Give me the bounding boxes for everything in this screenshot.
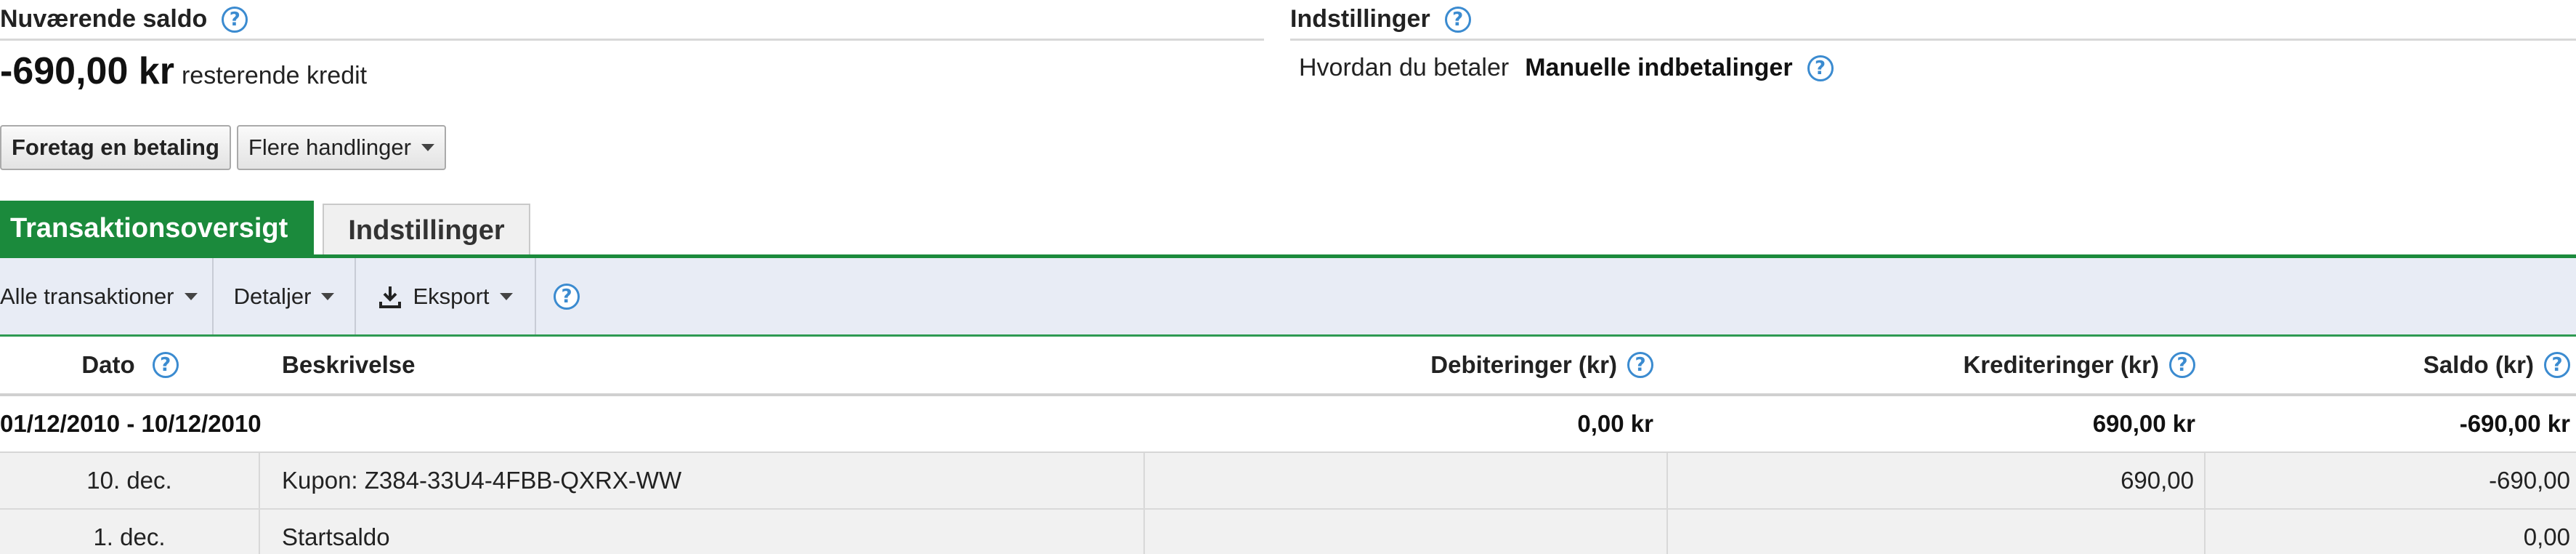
details-label: Detaljer <box>233 283 312 309</box>
make-payment-button[interactable]: Foretag en betaling <box>0 125 231 170</box>
row-date: 1. dec. <box>0 510 260 554</box>
period-range: 01/12/2010 - 10/12/2010 <box>0 410 262 437</box>
help-icon[interactable]: ? <box>554 283 580 310</box>
table-header-row: Dato ? Beskrivelse Debiteringer (kr) ? K… <box>0 337 2576 396</box>
caret-down-icon <box>499 292 513 300</box>
header-balance-label: Saldo (kr) <box>2423 351 2534 378</box>
row-debit <box>1145 453 1668 508</box>
help-icon[interactable]: ? <box>152 352 179 378</box>
help-icon[interactable]: ? <box>2544 352 2570 378</box>
header-debits-label: Debiteringer (kr) <box>1430 351 1617 378</box>
help-icon[interactable]: ? <box>1807 55 1834 81</box>
row-credit <box>1668 510 2206 554</box>
balance-note: resterende kredit <box>181 62 368 89</box>
more-actions-label: Flere handlinger <box>248 135 411 160</box>
transaction-filter-dropdown[interactable]: Alle transaktioner <box>0 258 214 334</box>
caret-down-icon <box>421 144 434 151</box>
help-icon[interactable]: ? <box>1627 352 1653 378</box>
balance-amount: -690,00 kr <box>0 50 174 92</box>
tab-transaction-overview[interactable]: Transaktionsoversigt <box>0 201 314 256</box>
help-icon[interactable]: ? <box>222 6 248 33</box>
period-summary-row: 01/12/2010 - 10/12/2010 0,00 kr 690,00 k… <box>0 396 2576 453</box>
download-icon <box>379 286 402 308</box>
period-credits: 690,00 kr <box>2092 410 2195 437</box>
toolbar-help: ? <box>536 283 580 310</box>
row-debit <box>1145 510 1668 554</box>
row-credit: 690,00 <box>1668 453 2206 508</box>
period-balance: -690,00 kr <box>2459 410 2570 437</box>
period-debits: 0,00 kr <box>1577 410 1653 437</box>
caret-down-icon <box>184 292 198 300</box>
settings-section: Indstillinger ? Hvordan du betaler Manue… <box>1290 0 2576 82</box>
header-balance: Saldo (kr) ? <box>2206 337 2576 393</box>
current-balance-title: Nuværende saldo <box>0 5 208 33</box>
settings-header: Indstillinger ? <box>1290 0 2576 41</box>
row-balance: -690,00 <box>2489 467 2570 494</box>
tab-settings[interactable]: Indstillinger <box>323 204 530 256</box>
header-credits-label: Krediteringer (kr) <box>1963 351 2159 378</box>
current-balance-section: Nuværende saldo ? -690,00 kr resterende … <box>0 0 1264 93</box>
transaction-filter-label: Alle transaktioner <box>0 283 174 309</box>
settings-title: Indstillinger <box>1290 5 1430 33</box>
help-icon[interactable]: ? <box>1444 6 1471 33</box>
payment-method-row: Hvordan du betaler Manuelle indbetalinge… <box>1299 54 2576 82</box>
details-dropdown[interactable]: Detaljer <box>214 258 356 334</box>
header-date-label: Dato <box>81 351 135 378</box>
row-description: Kupon: Z384-33U4-4FBB-QXRX-WW <box>260 453 1145 508</box>
caret-down-icon <box>321 292 335 300</box>
action-buttons: Foretag en betaling Flere handlinger <box>0 125 446 170</box>
transaction-toolbar: Alle transaktioner Detaljer Eksport ? <box>0 258 2576 337</box>
help-icon[interactable]: ? <box>2169 352 2195 378</box>
transactions-table: Dato ? Beskrivelse Debiteringer (kr) ? K… <box>0 337 2576 554</box>
header-credits: Krediteringer (kr) ? <box>1668 337 2206 393</box>
export-label: Eksport <box>413 283 490 309</box>
table-row: 1. dec. Startsaldo 0,00 <box>0 510 2576 554</box>
header-date: Dato ? <box>0 337 260 393</box>
row-balance: 0,00 <box>2523 523 2570 550</box>
table-row: 10. dec. Kupon: Z384-33U4-4FBB-QXRX-WW 6… <box>0 453 2576 510</box>
more-actions-button[interactable]: Flere handlinger <box>236 125 446 170</box>
row-description: Startsaldo <box>260 510 1145 554</box>
tab-bar: Transaktionsoversigt Indstillinger <box>0 201 530 256</box>
balance-line: -690,00 kr resterende kredit <box>0 49 1264 93</box>
row-date: 10. dec. <box>0 453 260 508</box>
payment-method-value: Manuelle indbetalinger <box>1525 54 1793 81</box>
header-description: Beskrivelse <box>282 351 416 378</box>
header-debits: Debiteringer (kr) ? <box>1145 337 1668 393</box>
current-balance-header: Nuværende saldo ? <box>0 0 1264 41</box>
payment-method-label: Hvordan du betaler <box>1299 54 1510 81</box>
export-dropdown[interactable]: Eksport <box>356 258 536 334</box>
